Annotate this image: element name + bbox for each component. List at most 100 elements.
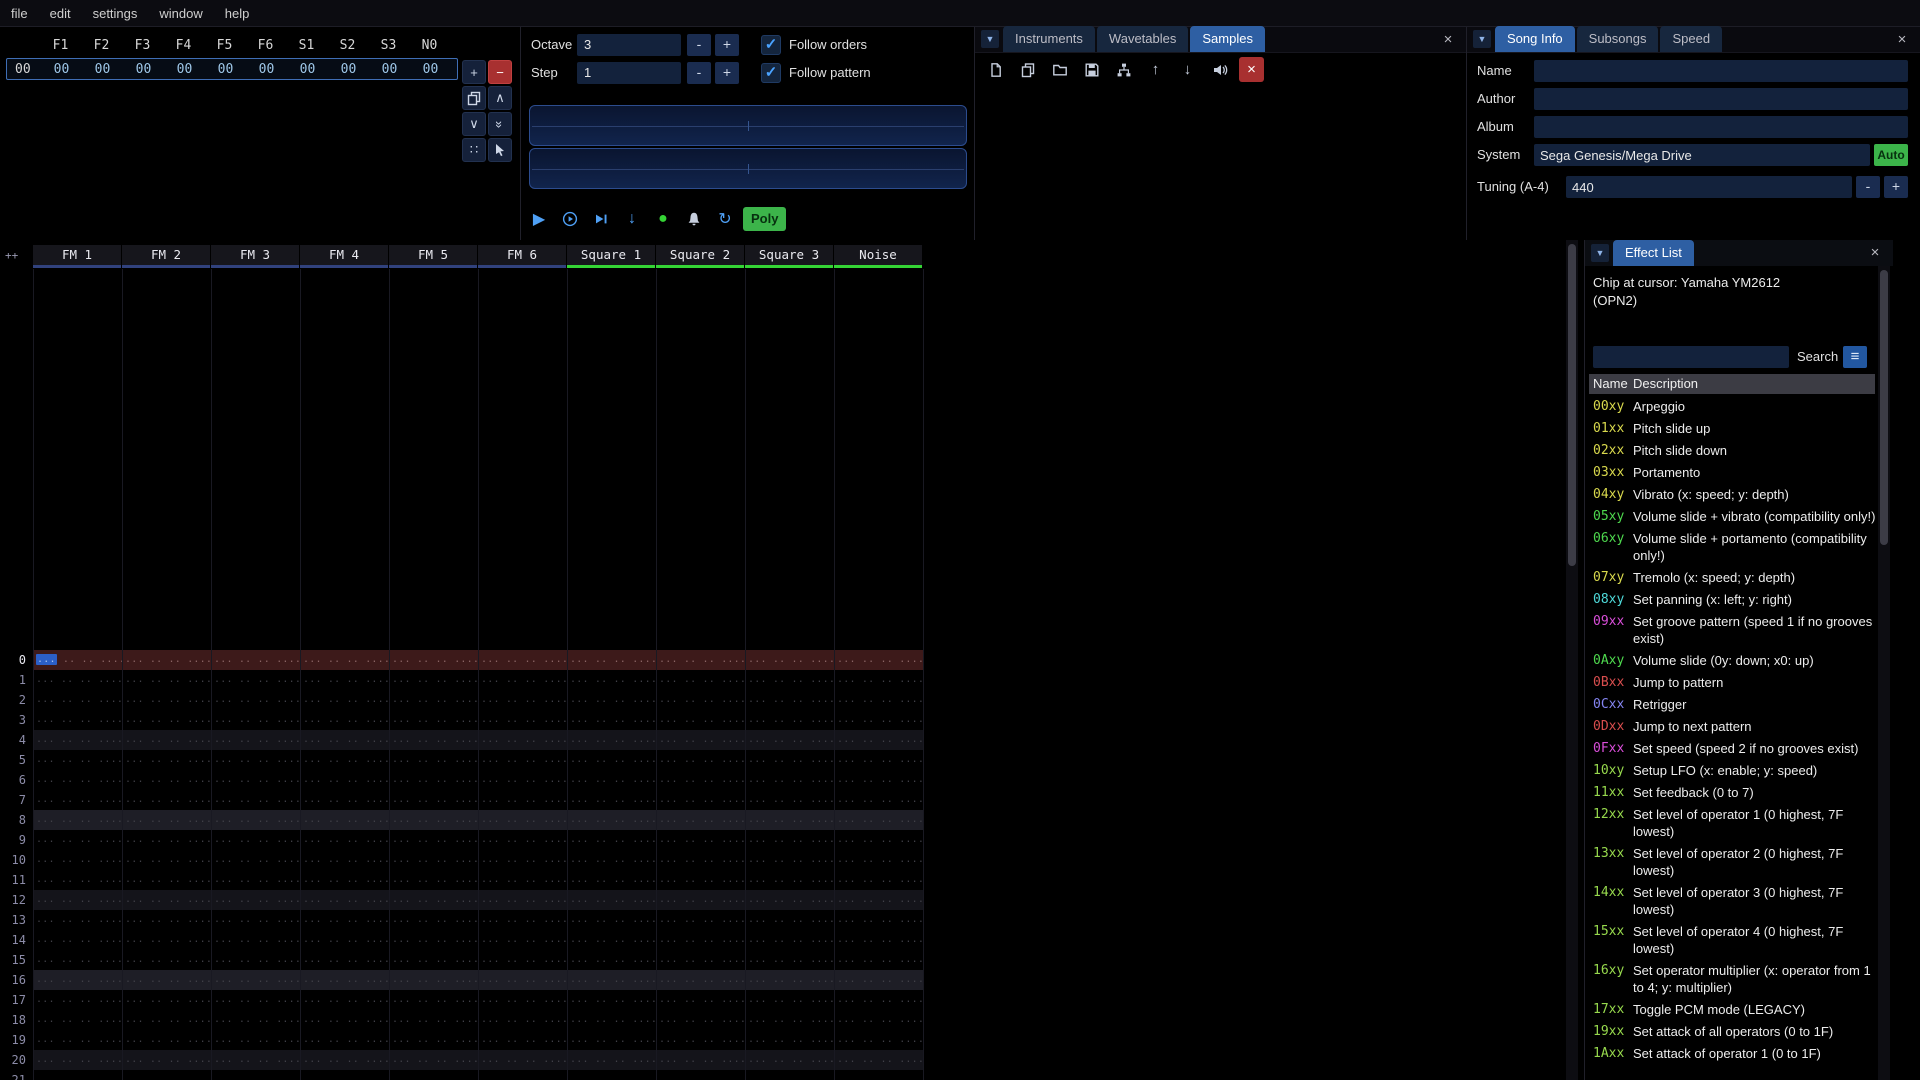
pattern-cell[interactable]: ... .. .. .... [33, 790, 122, 810]
panel-menu-button[interactable]: ▼ [1591, 244, 1609, 262]
auto-system-button[interactable]: Auto [1874, 144, 1908, 166]
delete-asset-button[interactable]: × [1239, 57, 1264, 82]
pattern-row[interactable]: 15... .. .. ....... .. .. ....... .. .. … [0, 950, 923, 970]
pattern-cell[interactable]: ... .. .. .... [122, 970, 211, 990]
pattern-cell[interactable]: ... .. .. .... [211, 770, 300, 790]
tab-samples[interactable]: Samples [1190, 26, 1265, 52]
pattern-cell[interactable]: ... .. .. .... [122, 810, 211, 830]
pattern-cell[interactable]: ... .. .. .... [656, 970, 745, 990]
order-cell[interactable]: 00 [82, 62, 123, 77]
pattern-cell[interactable]: ... .. .. .... [122, 1070, 211, 1080]
pattern-row[interactable]: 6... .. .. ....... .. .. ....... .. .. .… [0, 770, 923, 790]
pattern-row[interactable]: 4... .. .. ....... .. .. ....... .. .. .… [0, 730, 923, 750]
pattern-cell[interactable]: ... .. .. .... [389, 830, 478, 850]
tab-instruments[interactable]: Instruments [1003, 26, 1095, 52]
pattern-cell[interactable]: ... .. .. .... [567, 1050, 656, 1070]
pattern-row[interactable]: 21... .. .. ....... .. .. ....... .. .. … [0, 1070, 923, 1080]
tab-subsongs[interactable]: Subsongs [1576, 26, 1659, 52]
pattern-cell[interactable]: ... .. .. .... [300, 670, 389, 690]
pattern-cell[interactable]: ... .. .. .... [745, 950, 834, 970]
pattern-row[interactable]: 11... .. .. ....... .. .. ....... .. .. … [0, 870, 923, 890]
pattern-cell[interactable]: ... .. .. .... [122, 670, 211, 690]
menu-item-help[interactable]: help [214, 0, 261, 27]
pattern-cell[interactable]: ... .. .. .... [33, 710, 122, 730]
channel-header-fm-2[interactable]: FM 2 [122, 245, 210, 268]
pattern-cell[interactable]: ... .. .. .... [834, 650, 923, 670]
order-cell[interactable]: 00 [328, 62, 369, 77]
pattern-cell[interactable]: ... .. .. .... [300, 770, 389, 790]
pattern-cell[interactable]: ... .. .. .... [300, 970, 389, 990]
pattern-cell[interactable]: ... .. .. .... [745, 690, 834, 710]
pattern-cell[interactable]: ... .. .. .... [567, 890, 656, 910]
pattern-cell[interactable]: ... .. .. .... [300, 810, 389, 830]
pattern-cell[interactable]: ... .. .. .... [656, 990, 745, 1010]
channel-header-fm-1[interactable]: FM 1 [33, 245, 121, 268]
tab-wavetables[interactable]: Wavetables [1096, 26, 1189, 52]
clone-asset-button[interactable] [1015, 57, 1040, 82]
duplicate-order-to-end-button[interactable]: » [488, 112, 512, 136]
pattern-cell[interactable]: ... .. .. .... [745, 850, 834, 870]
order-cell[interactable]: 00 [246, 62, 287, 77]
pattern-cell[interactable]: ... .. .. .... [33, 970, 122, 990]
follow-pattern-checkbox[interactable]: ✓ [761, 63, 781, 83]
pattern-cell[interactable]: ... .. .. .... [211, 1070, 300, 1080]
pattern-row[interactable]: 13... .. .. ....... .. .. ....... .. .. … [0, 910, 923, 930]
order-cell[interactable]: 00 [410, 62, 451, 77]
pattern-cell[interactable]: ... .. .. .... [834, 690, 923, 710]
deep-clone-order-button[interactable]: ∷ [462, 138, 486, 162]
close-effect-list-button[interactable]: × [1866, 244, 1884, 262]
move-order-down-button[interactable]: ∨ [462, 112, 486, 136]
pattern-cell[interactable]: ... .. .. .... [33, 750, 122, 770]
pattern-cell[interactable]: ... .. .. .... [300, 890, 389, 910]
duplicate-order-button[interactable] [462, 86, 486, 110]
pattern-cell[interactable]: ... .. .. .... [656, 950, 745, 970]
pattern-cell[interactable]: ... .. .. .... [300, 710, 389, 730]
pattern-cell[interactable]: ... .. .. .... [33, 950, 122, 970]
pattern-cell[interactable]: ... .. .. .... [567, 750, 656, 770]
metronome-button[interactable] [681, 206, 707, 232]
order-edit-mode-button[interactable] [488, 138, 512, 162]
pattern-cell[interactable]: ... .. .. .... [33, 890, 122, 910]
pattern-cell[interactable]: ... .. .. .... [33, 990, 122, 1010]
pattern-cell[interactable]: ... .. .. .... [300, 1070, 389, 1080]
pattern-cell[interactable]: ... .. .. .... [389, 970, 478, 990]
pattern-cell[interactable]: ... .. .. .... [478, 890, 567, 910]
pattern-cell[interactable]: ... .. .. .... [834, 930, 923, 950]
pattern-cell[interactable]: ... .. .. .... [389, 890, 478, 910]
play-pattern-button[interactable] [557, 206, 583, 232]
pattern-cell[interactable]: ... .. .. .... [300, 850, 389, 870]
pattern-cell[interactable]: ... .. .. .... [478, 990, 567, 1010]
pattern-cell[interactable]: ... .. .. .... [122, 890, 211, 910]
pattern-cell[interactable]: ... .. .. .... [745, 730, 834, 750]
pattern-cell[interactable]: ... .. .. .... [300, 830, 389, 850]
channel-header-square-3[interactable]: Square 3 [745, 245, 833, 268]
channel-header-fm-5[interactable]: FM 5 [389, 245, 477, 268]
effect-search-input[interactable] [1593, 346, 1789, 368]
pattern-cell[interactable]: ... .. .. .... [211, 710, 300, 730]
pattern-cell[interactable]: ... .. .. .... [211, 690, 300, 710]
pattern-cell[interactable]: ... .. .. .... [656, 850, 745, 870]
pattern-cell[interactable]: ... .. .. .... [478, 850, 567, 870]
channel-header-fm-3[interactable]: FM 3 [211, 245, 299, 268]
pattern-cell[interactable]: ... .. .. .... [834, 730, 923, 750]
pattern-cell[interactable]: ... .. .. .... [567, 850, 656, 870]
pattern-cell[interactable]: ... .. .. .... [478, 870, 567, 890]
step-one-row-button[interactable]: ↓ [619, 206, 645, 232]
pattern-cell[interactable]: ... .. .. .... [300, 930, 389, 950]
pattern-row[interactable]: 19... .. .. ....... .. .. ....... .. .. … [0, 1030, 923, 1050]
play-once-button[interactable] [588, 206, 614, 232]
pattern-cell[interactable]: ... .. .. .... [656, 650, 745, 670]
pattern-cell[interactable]: ... .. .. .... [33, 1070, 122, 1080]
pattern-cell[interactable]: ... .. .. .... [300, 1010, 389, 1030]
pattern-cell[interactable]: ... .. .. .... [478, 650, 567, 670]
pattern-cell[interactable]: ... .. .. .... [834, 1070, 923, 1080]
follow-orders-checkbox[interactable]: ✓ [761, 35, 781, 55]
channel-expand-toggle[interactable]: ++ [5, 249, 18, 262]
pattern-row[interactable]: 17... .. .. ....... .. .. ....... .. .. … [0, 990, 923, 1010]
pattern-cell[interactable]: ... .. .. .... [567, 930, 656, 950]
panel-menu-button[interactable]: ▼ [1473, 30, 1491, 48]
pattern-cell[interactable]: ... .. .. .... [834, 870, 923, 890]
tab-speed[interactable]: Speed [1660, 26, 1723, 52]
pattern-cell[interactable]: ... .. .. .... [745, 970, 834, 990]
pattern-cell[interactable]: ... .. .. .... [211, 730, 300, 750]
